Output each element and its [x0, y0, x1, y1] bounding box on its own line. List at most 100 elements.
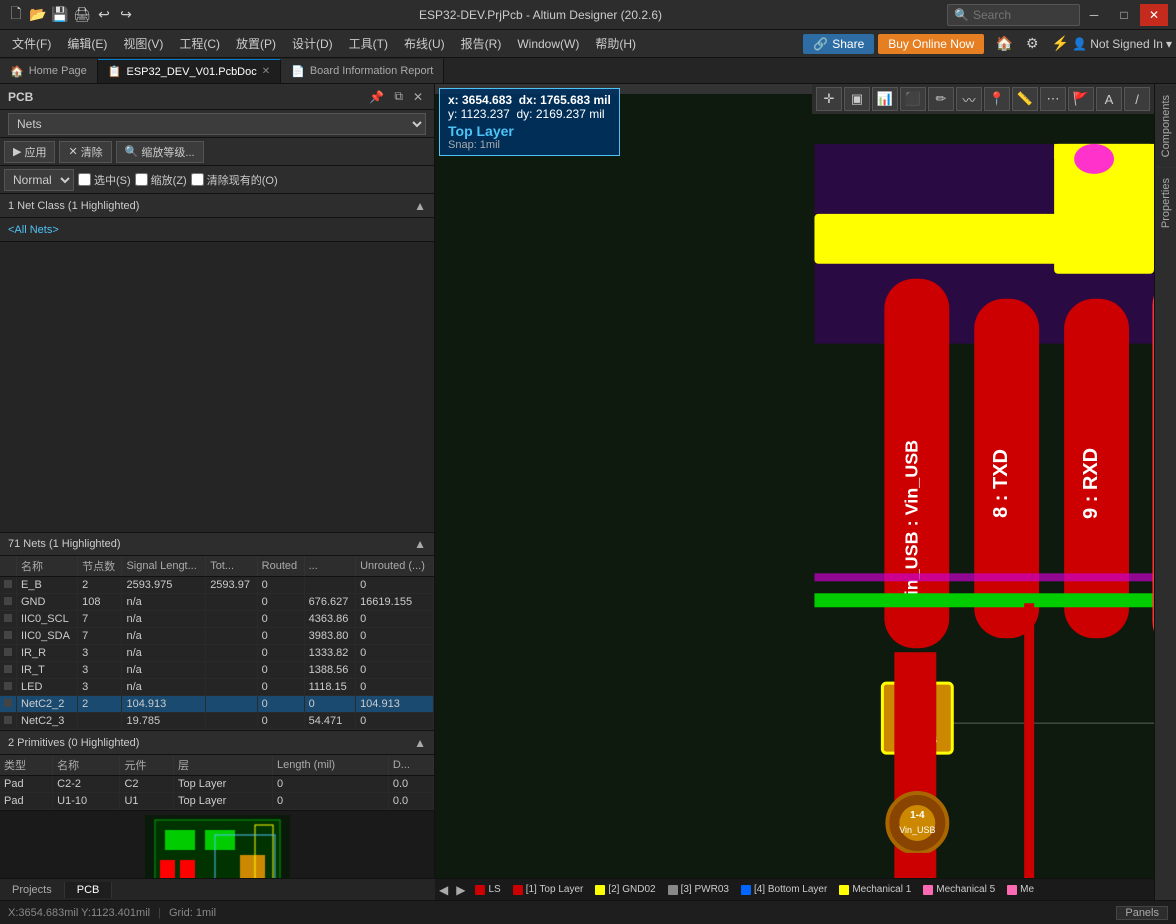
tool-chart[interactable]: 📊 — [872, 87, 898, 111]
tool-flag[interactable]: 🚩 — [1068, 87, 1094, 111]
home-icon[interactable]: 🏠 — [992, 33, 1016, 55]
pcb-canvas-area[interactable]: ✛ ▣ 📊 ⬛ ✏ 〰 📍 📏 ⋯ 🚩 A / x: 3654.683 dx: … — [435, 84, 1154, 900]
new-icon[interactable]: 🗋 — [8, 7, 24, 23]
col-signal[interactable]: Signal Lengt... — [122, 556, 206, 577]
prim-expand-icon[interactable]: ▲ — [414, 736, 426, 750]
pcb-tab[interactable]: PCB — [65, 882, 113, 898]
table-row[interactable]: NetC2_3 19.785 0 54.471 0 — [0, 713, 434, 730]
col-unrouted[interactable]: Unrouted (...) — [356, 556, 434, 577]
menu-help[interactable]: 帮助(H) — [587, 31, 644, 56]
layer-nav-left[interactable]: ◀ — [435, 883, 452, 897]
zoom-button[interactable]: 🔍 缩放等级... — [116, 141, 204, 163]
tool-pin[interactable]: 📍 — [984, 87, 1010, 111]
tool-more[interactable]: ⋯ — [1040, 87, 1066, 111]
prim-comp-cell: C2 — [120, 776, 174, 793]
clear-existing-label[interactable]: 清除现有的(O) — [191, 172, 278, 188]
select-checkbox[interactable] — [78, 173, 91, 186]
print-icon[interactable]: 🖨 — [74, 7, 90, 23]
menu-report[interactable]: 报告(R) — [453, 31, 510, 56]
tab-home[interactable]: 🏠 Home Page — [0, 59, 98, 83]
table-row[interactable]: IR_T 3 n/a 0 1388.56 0 — [0, 662, 434, 679]
table-row[interactable]: E_B 2 2593.975 2593.97 0 0 — [0, 577, 434, 594]
tool-measure[interactable]: 📏 — [1012, 87, 1038, 111]
layer-mech5[interactable]: Mechanical 5 — [917, 879, 1001, 901]
maximize-button[interactable]: □ — [1110, 4, 1138, 26]
menu-edit[interactable]: 编辑(E) — [59, 31, 115, 56]
nets-expand-icon[interactable]: ▲ — [414, 537, 426, 551]
projects-tab[interactable]: Projects — [0, 882, 65, 898]
menu-place[interactable]: 放置(P) — [228, 31, 284, 56]
lightning-icon[interactable]: ⚡ — [1048, 33, 1072, 55]
layer-top[interactable]: [1] Top Layer — [507, 879, 590, 901]
tab-pcbdoc[interactable]: 📋 ESP32_DEV_V01.PcbDoc ✕ — [98, 59, 281, 83]
redo-icon[interactable]: ↪ — [118, 7, 134, 23]
tab-boardinfo[interactable]: 📄 Board Information Report — [281, 59, 444, 83]
clear-button[interactable]: ✕ 清除 — [59, 141, 111, 163]
pcb-close-button[interactable]: ✕ — [410, 90, 426, 104]
table-row[interactable]: IIC0_SDA 7 n/a 0 3983.80 0 — [0, 628, 434, 645]
layer-bottom[interactable]: [4] Bottom Layer — [735, 879, 833, 901]
tab-close-pcb[interactable]: ✕ — [262, 66, 270, 77]
col-extra[interactable]: ... — [304, 556, 355, 577]
search-input[interactable] — [973, 8, 1073, 22]
pcb-float-button[interactable]: ⧉ — [391, 89, 406, 104]
buy-online-button[interactable]: Buy Online Now — [878, 34, 984, 54]
user-menu[interactable]: 👤Not Signed In▾ — [1072, 37, 1172, 51]
layer-mech1[interactable]: Mechanical 1 — [833, 879, 917, 901]
menu-window[interactable]: Window(W) — [509, 33, 587, 55]
pcb-svg[interactable]: Vin_USB : Vin_USB 8 : TXD 9 : RXD 10 : N… — [435, 84, 1154, 900]
table-row[interactable]: Pad C2-2 C2 Top Layer 0 0.0 — [0, 776, 434, 793]
share-button[interactable]: 🔗Share — [803, 34, 874, 54]
zoom-checkbox[interactable] — [135, 173, 148, 186]
tool-text[interactable]: A — [1096, 87, 1122, 111]
select-checkbox-label[interactable]: 选中(S) — [78, 172, 131, 188]
menu-route[interactable]: 布线(U) — [396, 31, 453, 56]
table-row[interactable]: IR_R 3 n/a 0 1333.82 0 — [0, 645, 434, 662]
net-class-expand[interactable]: ▲ — [414, 199, 426, 213]
col-nodes[interactable]: 节点数 — [78, 556, 122, 577]
open-icon[interactable]: 📂 — [30, 7, 46, 23]
components-panel-tab[interactable]: Components — [1157, 84, 1175, 167]
properties-panel-tab[interactable]: Properties — [1157, 167, 1175, 238]
undo-icon[interactable]: ↩ — [96, 7, 112, 23]
tool-pen[interactable]: / — [1124, 87, 1150, 111]
pcb-pin-button[interactable]: 📌 — [366, 90, 387, 104]
layer-nav-right[interactable]: ▶ — [452, 883, 469, 897]
tool-select[interactable]: ▣ — [844, 87, 870, 111]
apply-button[interactable]: ▶ 应用 — [4, 141, 55, 163]
panels-button[interactable]: Panels — [1116, 906, 1168, 920]
settings-icon[interactable]: ⚙ — [1020, 33, 1044, 55]
tool-rect[interactable]: ⬛ — [900, 87, 926, 111]
tool-route[interactable]: ✏ — [928, 87, 954, 111]
tool-cross[interactable]: ✛ — [816, 87, 842, 111]
layer-gnd[interactable]: [2] GND02 — [589, 879, 661, 901]
table-row[interactable]: Pad U1-10 U1 Top Layer 0 0.0 — [0, 793, 434, 810]
layer-pwr[interactable]: [3] PWR03 — [662, 879, 735, 901]
tool-wave[interactable]: 〰 — [956, 87, 982, 111]
all-nets-row[interactable]: <All Nets> — [0, 218, 434, 242]
nets-table-wrap[interactable]: 名称 节点数 Signal Lengt... Tot... Routed ...… — [0, 556, 434, 730]
menu-view[interactable]: 视图(V) — [115, 31, 171, 56]
zoom-checkbox-label[interactable]: 缩放(Z) — [135, 172, 187, 188]
menu-tools[interactable]: 工具(T) — [341, 31, 396, 56]
save-icon[interactable]: 💾 — [52, 7, 68, 23]
nets-select[interactable]: Nets — [8, 113, 426, 135]
clear-existing-checkbox[interactable] — [191, 173, 204, 186]
table-row[interactable]: GND 108 n/a 0 676.627 16619.155 — [0, 594, 434, 611]
col-routed[interactable]: Routed — [257, 556, 304, 577]
table-row[interactable]: IIC0_SCL 7 n/a 0 4363.86 0 — [0, 611, 434, 628]
menu-project[interactable]: 工程(C) — [171, 31, 228, 56]
minimize-button[interactable]: ─ — [1080, 4, 1108, 26]
col-name[interactable]: 名称 — [17, 556, 78, 577]
table-row[interactable]: NetC2_2 2 104.913 0 0 104.913 — [0, 696, 434, 713]
board-tab-icon: 📄 — [291, 65, 305, 78]
menu-design[interactable]: 设计(D) — [284, 31, 341, 56]
col-tot[interactable]: Tot... — [206, 556, 257, 577]
layer-me[interactable]: Me — [1001, 879, 1040, 901]
layer-ls[interactable]: LS — [469, 879, 506, 901]
close-button[interactable]: ✕ — [1140, 4, 1168, 26]
normal-select[interactable]: Normal — [4, 169, 74, 191]
table-row[interactable]: LED 3 n/a 0 1118.15 0 — [0, 679, 434, 696]
search-bar[interactable]: 🔍 — [947, 4, 1080, 26]
menu-file[interactable]: 文件(F) — [4, 31, 59, 56]
